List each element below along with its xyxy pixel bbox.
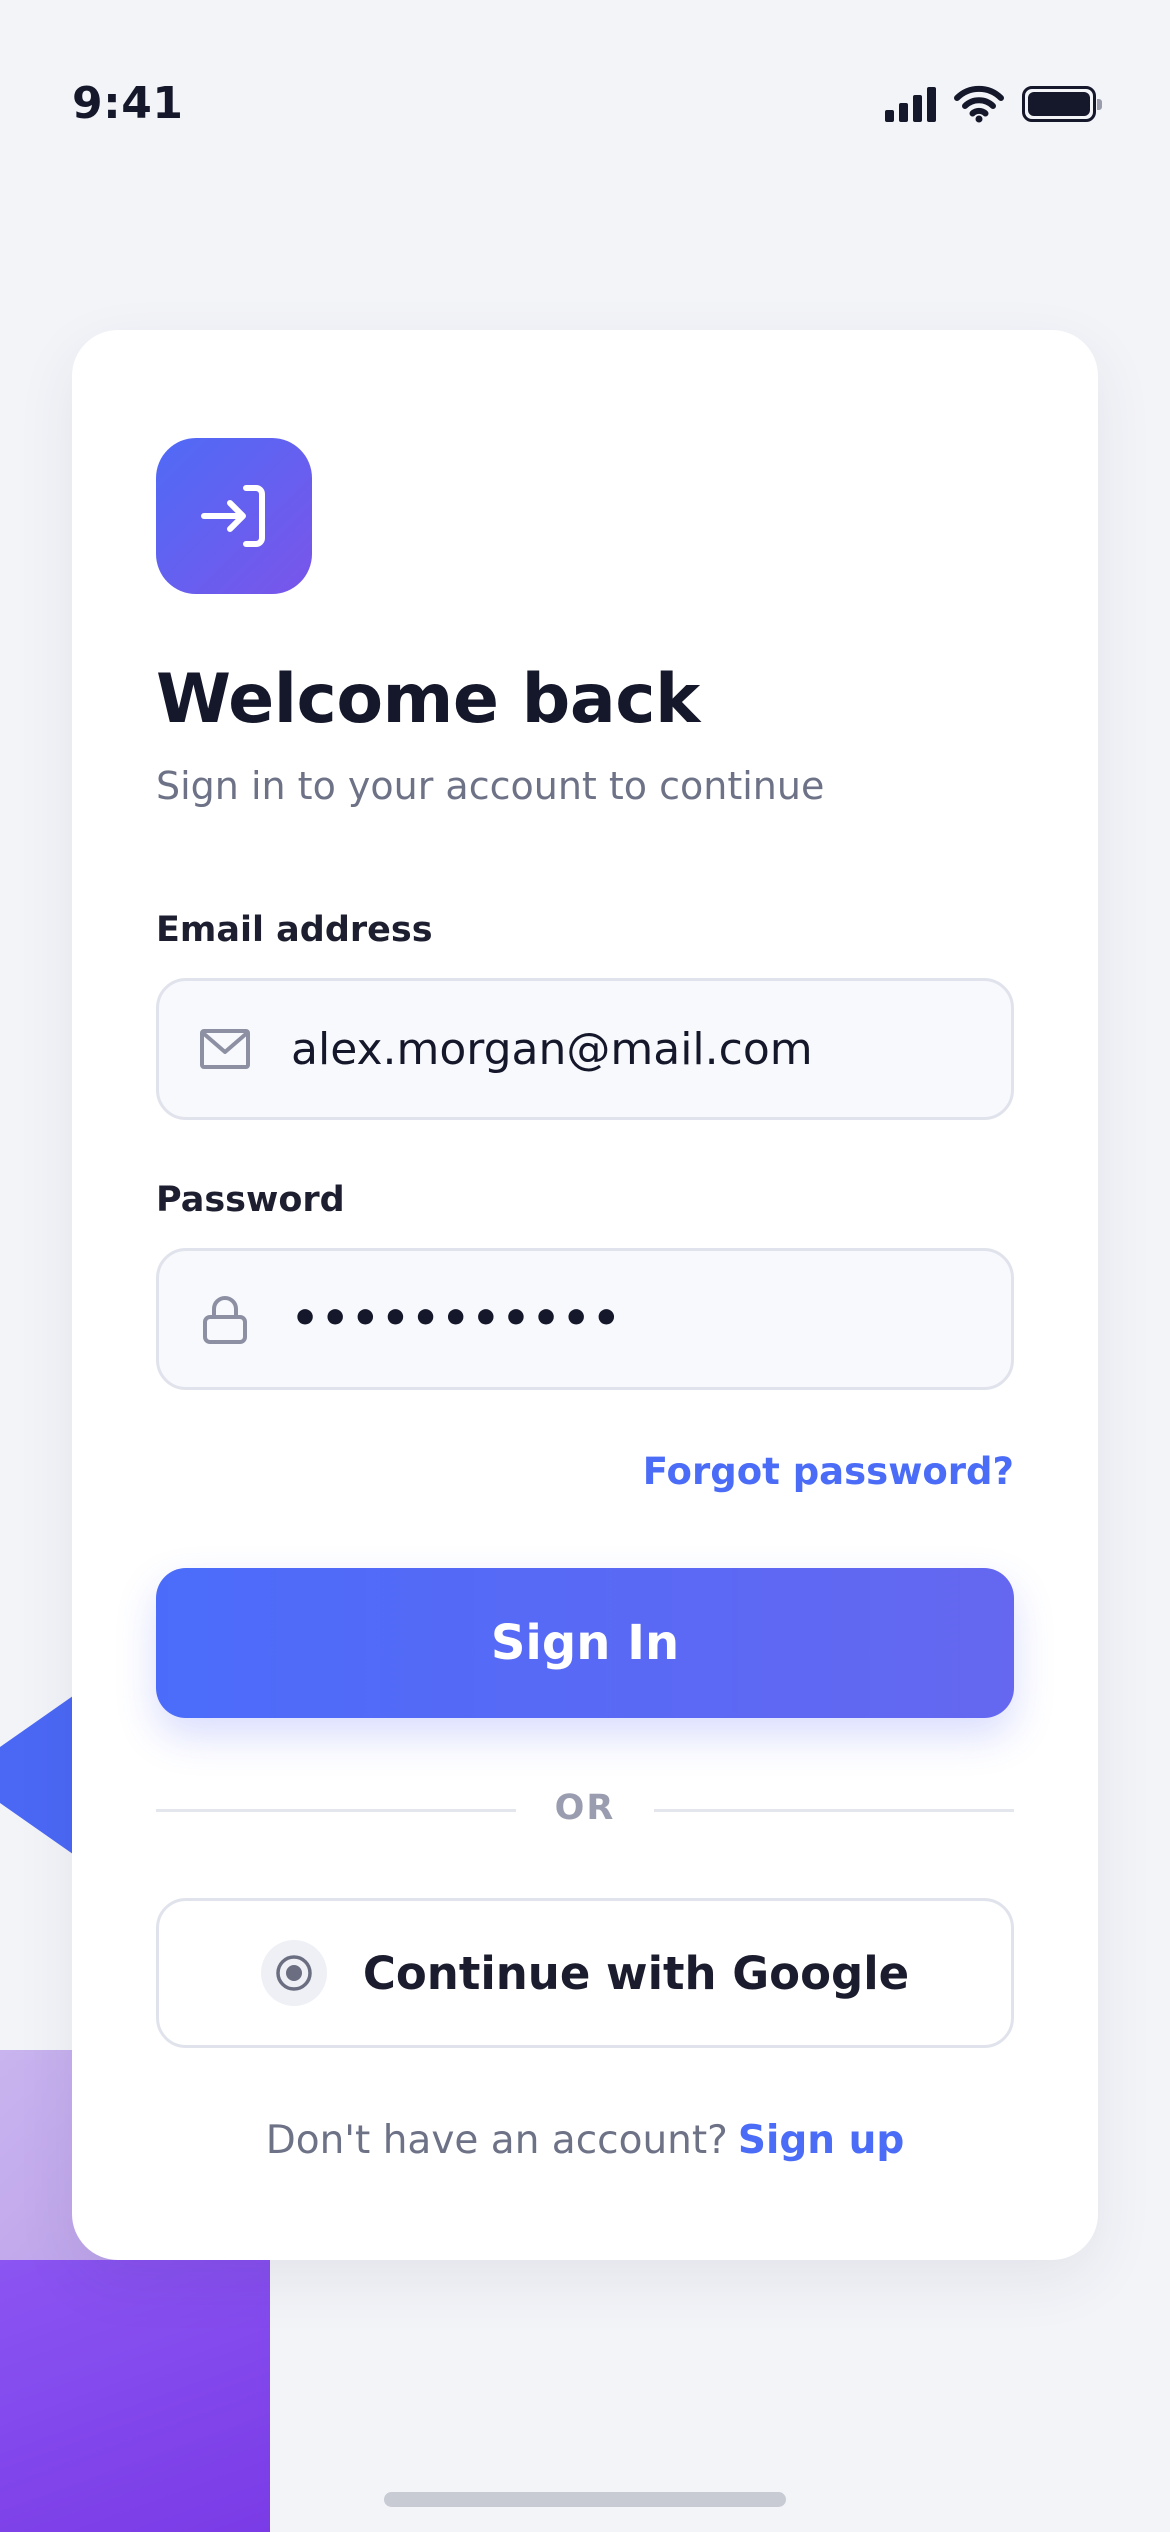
home-indicator[interactable]: [384, 2492, 786, 2507]
signal-icon: [885, 86, 936, 122]
forgot-password-link[interactable]: Forgot password?: [643, 1450, 1014, 1493]
email-value[interactable]: alex.morgan@mail.com: [291, 1024, 813, 1075]
status-icons: [885, 84, 1102, 124]
divider-line-right: [654, 1809, 1014, 1812]
login-card: Welcome back Sign in to your account to …: [72, 330, 1098, 2260]
google-button-label: Continue with Google: [362, 1946, 910, 2000]
wifi-icon: [954, 85, 1004, 123]
app-logo: [156, 438, 312, 594]
radio-dot-icon: [260, 1940, 327, 2006]
sign-in-button[interactable]: Sign In: [156, 1568, 1014, 1718]
signup-prompt: Don't have an account?: [265, 2118, 728, 2163]
signup-row: Don't have an account? Sign up: [72, 2118, 1098, 2163]
page-title: Welcome back: [156, 660, 700, 739]
sign-up-link[interactable]: Sign up: [738, 2118, 904, 2163]
lock-icon: [203, 1296, 247, 1344]
status-time: 9:41: [72, 78, 184, 129]
divider-or: OR: [554, 1788, 616, 1828]
password-label: Password: [156, 1180, 345, 1220]
continue-with-google-button[interactable]: Continue with Google: [156, 1898, 1014, 2048]
battery-icon: [1022, 86, 1102, 122]
decorative-purple-block: [0, 2260, 270, 2532]
password-field[interactable]: •••••••••••: [156, 1248, 1014, 1390]
sign-in-arrow-icon: [201, 485, 265, 547]
email-label: Email address: [156, 910, 433, 950]
email-field[interactable]: alex.morgan@mail.com: [156, 978, 1014, 1120]
mail-icon: [200, 1029, 250, 1069]
password-value[interactable]: •••••••••••: [291, 1293, 622, 1344]
page-subtitle: Sign in to your account to continue: [156, 764, 825, 808]
status-bar: 9:41: [0, 0, 1170, 210]
